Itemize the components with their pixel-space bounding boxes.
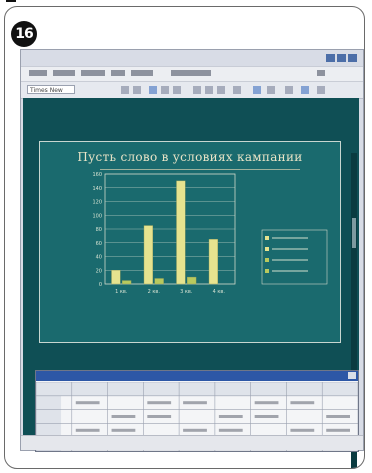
datasheet-cell-value [75, 401, 100, 405]
datasheet-cell-value [147, 401, 172, 405]
align-left-icon[interactable] [193, 86, 201, 94]
y-tick-label: 20 [96, 268, 102, 274]
legend-swatch [265, 236, 269, 240]
chart-icon[interactable] [149, 86, 157, 94]
font-size-icon[interactable] [121, 86, 129, 94]
arrow-icon[interactable] [173, 86, 181, 94]
color-icon[interactable] [285, 86, 293, 94]
minimize-icon[interactable] [326, 54, 335, 62]
menu-item-format[interactable] [131, 70, 153, 76]
y-tick-label: 0 [99, 282, 102, 288]
window-controls [326, 54, 357, 62]
datasheet-cell-value [111, 415, 136, 418]
y-tick-label: 160 [92, 172, 102, 178]
y-tick-label: 60 [96, 241, 102, 247]
x-tick-label: 3 кв. [180, 289, 193, 295]
x-tick-label: 1 кв. [115, 289, 128, 295]
legend-swatch [265, 258, 269, 262]
menu-item-edit[interactable] [53, 70, 75, 76]
pencil-icon[interactable] [161, 86, 169, 94]
bar [187, 276, 197, 285]
y-tick-label: 120 [92, 200, 102, 206]
bar [143, 225, 153, 285]
datasheet-close-icon[interactable] [348, 372, 356, 379]
datasheet-cell-value [183, 401, 207, 405]
align-center-icon[interactable] [205, 86, 213, 94]
datasheet-cell-value [326, 415, 350, 418]
datasheet-cell-value [290, 428, 315, 432]
bar [111, 270, 121, 285]
datasheet-cell-value [183, 428, 207, 432]
zoom-icon[interactable] [317, 86, 325, 94]
datasheet-cell-value [111, 428, 136, 432]
bar [154, 278, 164, 285]
datasheet-cell-value [326, 428, 350, 432]
bar [122, 280, 132, 285]
menu-item-tools[interactable] [171, 70, 211, 76]
x-tick-label: 2 кв. [148, 289, 161, 295]
slide: Пусть слово в условиях кампании 0 20 40 60 8… [39, 141, 341, 343]
datasheet-cell-value [218, 415, 243, 418]
menu-bar [21, 66, 363, 81]
datasheet-cell-value [218, 428, 243, 432]
datasheet-cell-value [147, 415, 172, 418]
maximize-icon[interactable] [337, 54, 346, 62]
bar [208, 239, 218, 285]
y-tick-label: 140 [92, 186, 102, 192]
datasheet-header-row [36, 382, 358, 396]
step-badge: 16 [11, 21, 37, 47]
menu-item-view[interactable] [81, 70, 105, 76]
chart[interactable]: 0 20 40 60 80 100 120 140 160 1 кв. 2 кв. 3 кв. 4 кв… [40, 142, 340, 342]
table-icon[interactable] [253, 86, 261, 94]
align-right-icon[interactable] [217, 86, 225, 94]
datasheet-cell-value [75, 428, 100, 432]
list-icon[interactable] [233, 86, 241, 94]
status-bar [21, 435, 363, 450]
legend-swatch [265, 247, 269, 251]
scroll-thumb[interactable] [352, 218, 356, 248]
formatting-toolbar: Times New [21, 81, 363, 99]
bar [176, 180, 186, 285]
bold-icon[interactable] [133, 86, 141, 94]
fill-icon[interactable] [301, 86, 309, 94]
menu-item-insert[interactable] [111, 70, 125, 76]
y-tick-label: 80 [96, 227, 102, 233]
legend-swatch [265, 269, 269, 273]
datasheet-cell-value [254, 401, 279, 405]
top-dash [6, 0, 16, 2]
presentation-window: Times New Пусть слово в условиях кампани… [20, 49, 364, 468]
x-tick-label: 4 кв. [213, 289, 226, 295]
datasheet-titlebar[interactable] [36, 371, 358, 381]
font-select[interactable]: Times New [27, 85, 75, 94]
step-frame: 16 Times New Пусть слово в условиях камп… [4, 6, 365, 469]
datasheet-cell-value [290, 401, 315, 405]
border-icon[interactable] [267, 86, 275, 94]
menu-item-file[interactable] [29, 70, 47, 76]
y-tick-label: 40 [96, 255, 102, 261]
datasheet-cell-value [254, 415, 279, 418]
close-icon[interactable] [348, 54, 357, 62]
help-icon[interactable] [317, 70, 325, 76]
y-tick-label: 100 [92, 213, 102, 219]
